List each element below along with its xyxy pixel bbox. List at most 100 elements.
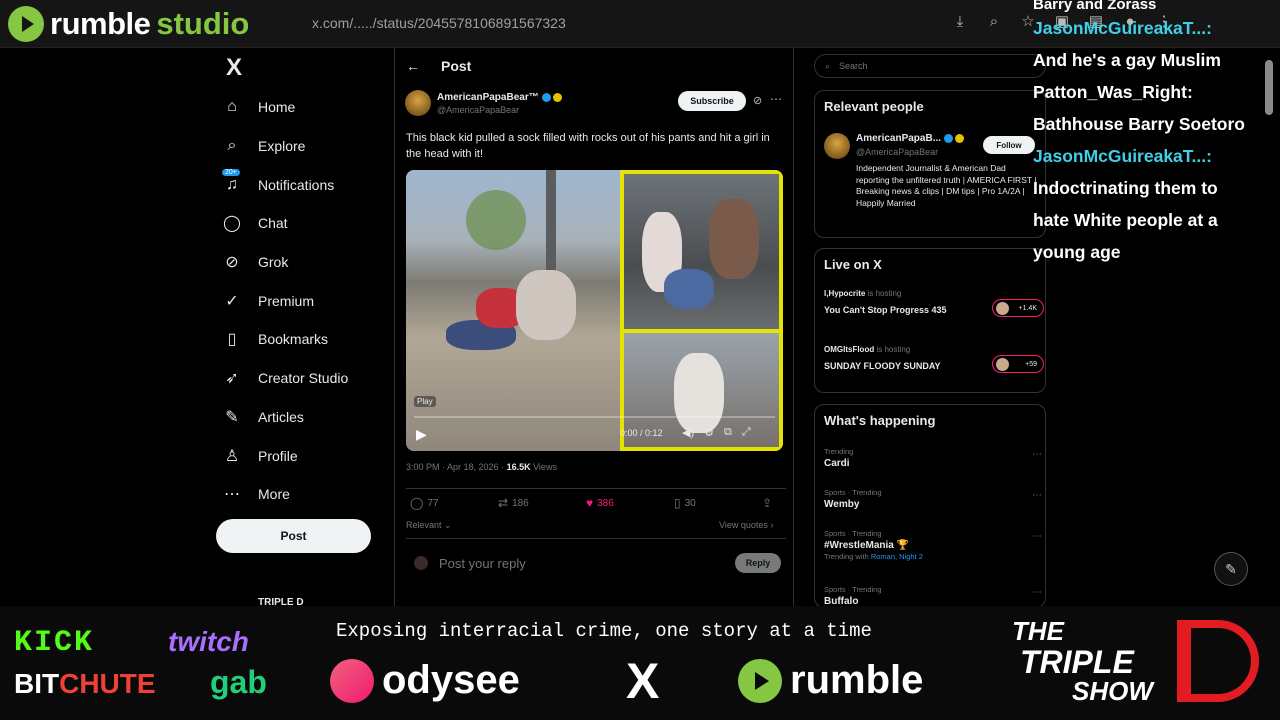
- nav-item-notifications[interactable]: ♫ 20+ Notifications: [220, 165, 390, 204]
- nav-label: Articles: [258, 408, 304, 425]
- nav-item-grok[interactable]: ⊘ Grok: [220, 243, 390, 282]
- home-icon: ⌂: [227, 98, 237, 116]
- trend-item[interactable]: Trending Cardi ⋯: [824, 447, 1042, 469]
- author-name: AmericanPapaBear™: [437, 92, 539, 103]
- page-title: Post: [441, 58, 472, 74]
- divider: [406, 488, 786, 489]
- page-scrollbar[interactable]: [1265, 60, 1273, 115]
- nav-label: Bookmarks: [258, 331, 329, 348]
- divider: [406, 538, 786, 539]
- compose-post-button[interactable]: Post: [216, 519, 371, 553]
- video-controls: ▶ 0:00 / 0:12 ◀) ⚙ ⧉ ⤢: [406, 422, 783, 446]
- pip-icon[interactable]: ⧉: [724, 426, 732, 439]
- trend-name: Wemby: [824, 499, 860, 510]
- person-bio: Independent Journalist & American Dad re…: [856, 163, 1037, 208]
- person-name: AmericanPapaB...: [856, 133, 942, 144]
- search-input[interactable]: ⌕ Search: [814, 54, 1046, 78]
- reply-action[interactable]: ◯ 77: [410, 496, 439, 510]
- live-item[interactable]: I,Hypocrite is hosting You Can't Stop Pr…: [824, 289, 1044, 325]
- trend-related-terms[interactable]: Roman, Night 2: [871, 552, 923, 561]
- stream-frame: rumble studio x.com/...../status/20455781…: [0, 0, 1280, 720]
- avatar[interactable]: [824, 133, 850, 159]
- author-avatar[interactable]: [405, 90, 431, 116]
- trend-item[interactable]: Sports · Trending Wemby ⋯: [824, 488, 1042, 510]
- author-name-line[interactable]: AmericanPapaBear™: [437, 92, 562, 103]
- share-action[interactable]: ⇪: [762, 496, 772, 510]
- odysee-icon: [330, 658, 374, 703]
- reply-button[interactable]: Reply: [735, 553, 781, 573]
- more-options-icon[interactable]: ⋯: [1032, 587, 1042, 598]
- chat-message: And he's a gay Muslim: [1033, 50, 1221, 70]
- chat-username: JasonMcGuireakaT...:: [1033, 146, 1212, 166]
- sort-replies-dropdown[interactable]: Relevant ⌄: [406, 520, 452, 531]
- video-frame-right: [620, 170, 783, 451]
- bookmark-icon: ▯: [674, 496, 681, 510]
- rumble-play-icon: [738, 658, 782, 703]
- d-letter-mark: [1177, 620, 1259, 702]
- chat-message: Indoctrinating them to: [1033, 178, 1218, 198]
- bookmark-action[interactable]: ▯ 30: [674, 496, 696, 510]
- view-quotes-link[interactable]: View quotes ›: [719, 520, 773, 530]
- chat-message: Barry and Zorass: [1033, 0, 1157, 13]
- live-host: OMGItsFlood is hosting: [824, 345, 910, 354]
- more-options-icon[interactable]: ⋯: [770, 92, 782, 106]
- settings-icon[interactable]: ⚙: [704, 426, 714, 439]
- like-action[interactable]: ♥ 386: [586, 496, 614, 510]
- volume-icon[interactable]: ◀): [682, 426, 694, 439]
- avatar: [996, 358, 1009, 371]
- nav-item-profile[interactable]: ♙ Profile: [220, 436, 390, 475]
- video-inset-top: [624, 174, 779, 329]
- nav-item-articles[interactable]: ✎ Articles: [220, 398, 390, 437]
- nav-item-explore[interactable]: ⌕ Explore: [220, 127, 390, 166]
- listener-count: +1.4K: [992, 299, 1044, 317]
- reply-input[interactable]: Post your reply: [439, 556, 526, 571]
- bell-icon: ♫ 20+: [220, 168, 244, 197]
- avatar: [414, 556, 428, 570]
- video-progress-bar[interactable]: [414, 416, 775, 418]
- trend-category: Trending: [824, 447, 854, 456]
- odysee-logo: odysee: [330, 658, 520, 703]
- address-bar[interactable]: x.com/...../status/2045578106891567323: [312, 15, 566, 31]
- back-arrow-icon[interactable]: ←: [395, 58, 431, 74]
- grok-icon[interactable]: ⊘: [753, 94, 762, 107]
- nav-item-creator-studio[interactable]: ➶ Creator Studio: [220, 359, 390, 398]
- compose-edit-icon[interactable]: ✎: [1214, 552, 1248, 586]
- repost-action[interactable]: ⇄ 186: [498, 496, 529, 510]
- trend-item[interactable]: Sports · Trending #WrestleMania 🏆 Trendi…: [824, 529, 1042, 561]
- more-options-icon[interactable]: ⋯: [1032, 490, 1042, 501]
- fullscreen-icon[interactable]: ⤢: [742, 426, 751, 439]
- post-column: ← Post AmericanPapaBear™ @AmericaPapaBea…: [394, 48, 794, 608]
- grok-icon: ⊘: [225, 254, 239, 272]
- nav-item-more[interactable]: ⋯ More: [220, 475, 390, 514]
- nav-item-premium[interactable]: ✓ Premium: [220, 281, 390, 320]
- views-label: Views: [530, 462, 557, 472]
- nav-item-chat[interactable]: ◯ Chat: [220, 204, 390, 243]
- trend-category: Sports · Trending: [824, 488, 882, 497]
- bitchute-bit: BIT: [14, 668, 60, 699]
- chat-message: Bathhouse Barry Soetoro: [1033, 114, 1245, 134]
- download-icon[interactable]: ⤓: [950, 12, 970, 32]
- nav-item-bookmarks[interactable]: ▯ Bookmarks: [220, 320, 390, 359]
- odysee-word: odysee: [382, 658, 520, 702]
- nav-label: Premium: [258, 292, 315, 309]
- video-player[interactable]: Play ▶ 0:00 / 0:12 ◀) ⚙ ⧉ ⤢: [406, 170, 783, 451]
- triple-d-show-logo: THE TRIPLE SHOW: [1012, 616, 1262, 710]
- nav-label: Profile: [258, 447, 298, 464]
- trend-item[interactable]: Sports · Trending Buffalo ⋯: [824, 585, 1042, 607]
- play-icon[interactable]: ▶: [416, 426, 427, 443]
- zoom-icon[interactable]: ⌕: [984, 12, 1004, 32]
- live-item[interactable]: OMGItsFlood is hosting SUNDAY FLOODY SUN…: [824, 345, 1044, 381]
- x-logo[interactable]: X: [221, 54, 247, 82]
- platform-banner: KICK twitch BITCHUTE gab Exposing interr…: [0, 606, 1280, 720]
- person-name-line[interactable]: AmericanPapaB...: [856, 133, 965, 144]
- rocket-icon: ➶: [225, 370, 239, 388]
- follow-button[interactable]: Follow: [983, 136, 1035, 154]
- video-control-icons: ◀) ⚙ ⧉ ⤢: [682, 426, 751, 439]
- more-options-icon[interactable]: ⋯: [1032, 449, 1042, 460]
- subscribe-button[interactable]: Subscribe: [678, 91, 746, 111]
- live-host-status: is hosting: [865, 289, 902, 298]
- play-label: Play: [414, 396, 436, 407]
- view-count: 16.5K: [506, 462, 531, 472]
- more-options-icon[interactable]: ⋯: [1032, 531, 1042, 542]
- nav-item-home[interactable]: ⌂ Home: [220, 88, 390, 127]
